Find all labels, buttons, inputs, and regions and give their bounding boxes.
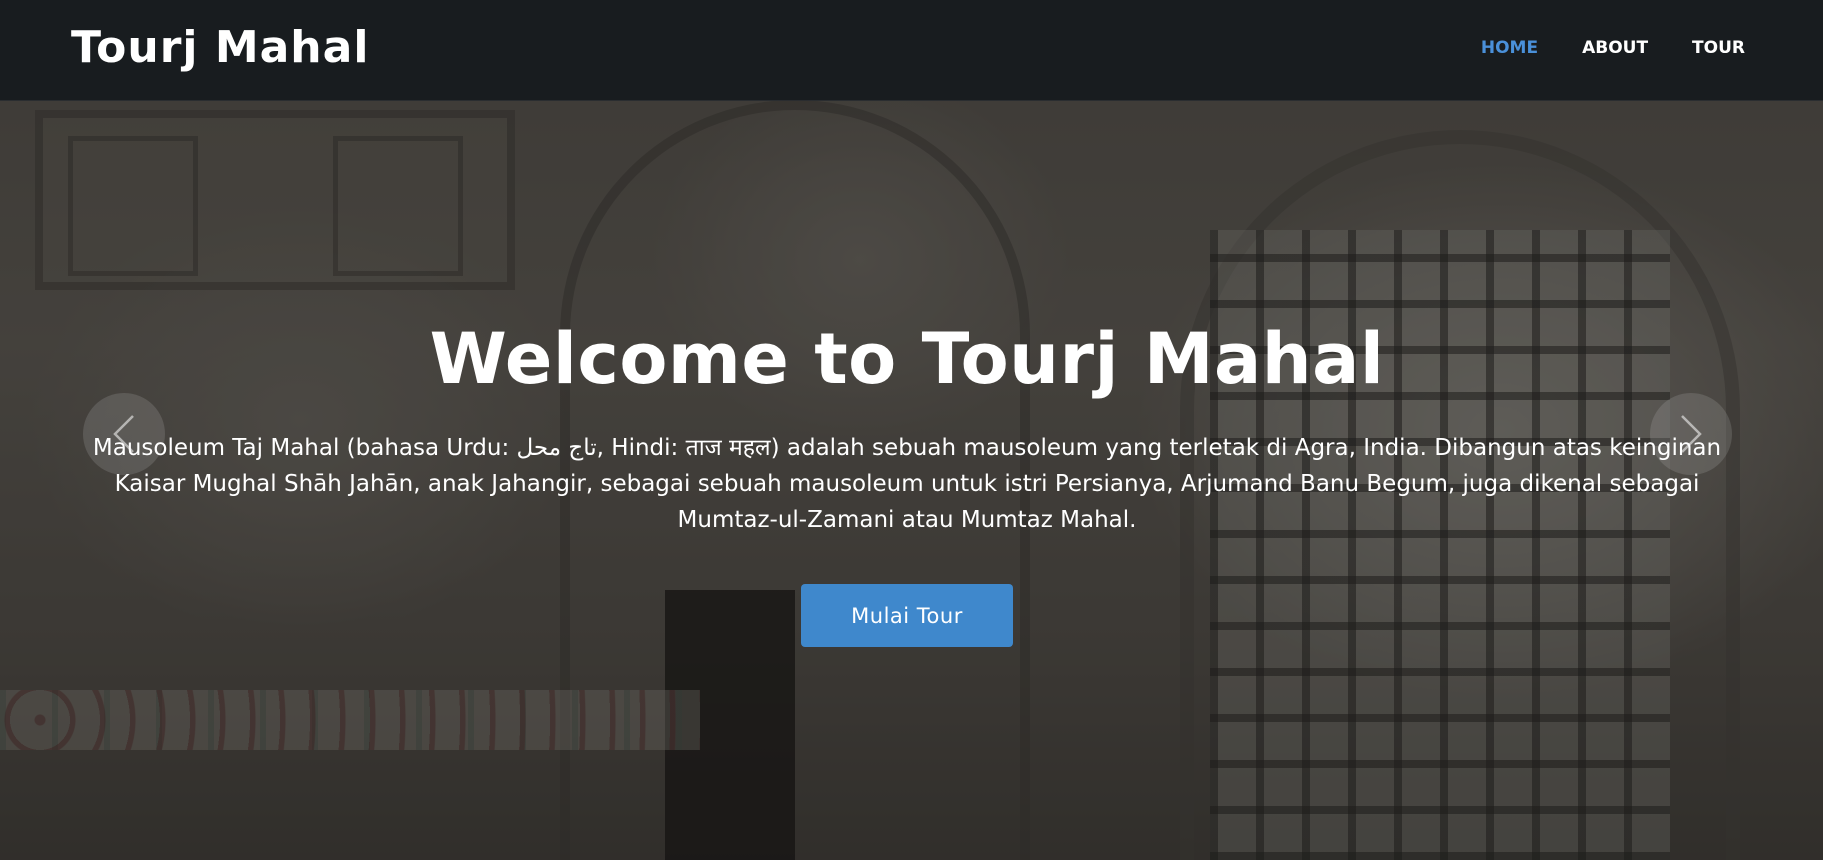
brand-logo[interactable]: Tourj Mahal [71, 22, 369, 73]
start-tour-button[interactable]: Mulai Tour [801, 584, 1013, 647]
hero-description: Mausoleum Taj Mahal (bahasa Urdu: تاج مح… [92, 435, 1722, 533]
page: Tourj Mahal HOME ABOUT TOUR Welcome to T… [0, 0, 1823, 860]
navbar: Tourj Mahal HOME ABOUT TOUR [0, 0, 1823, 101]
nav-links: HOME ABOUT TOUR [1481, 38, 1745, 58]
hero-title: Welcome to Tourj Mahal [429, 318, 1385, 400]
hero-content: Welcome to Tourj Mahal Mausoleum Taj Mah… [80, 318, 1734, 647]
nav-link-tour[interactable]: TOUR [1692, 38, 1745, 58]
nav-link-home[interactable]: HOME [1481, 38, 1538, 58]
nav-link-about[interactable]: ABOUT [1582, 38, 1648, 58]
